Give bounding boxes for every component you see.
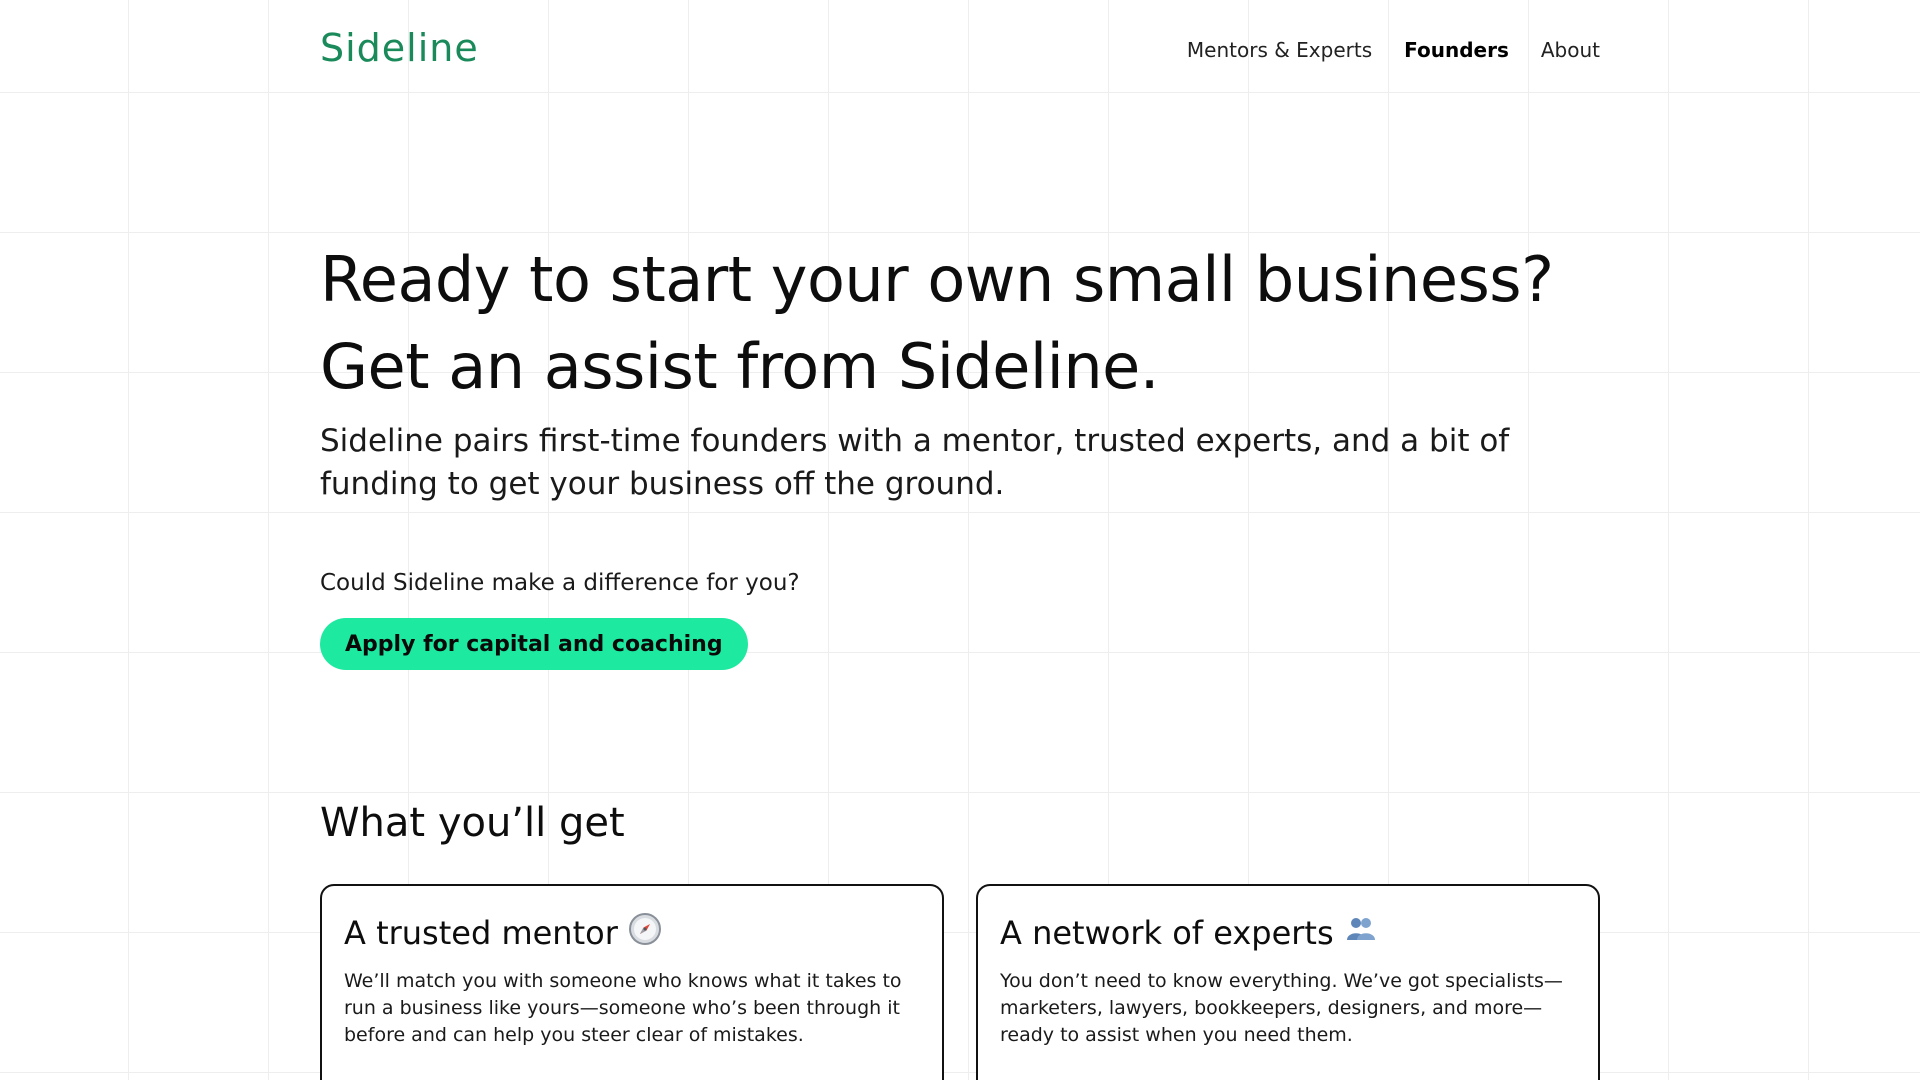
feature-card-body: You don’t need to know everything. We’ve…	[1000, 970, 1563, 1046]
page: Sideline Mentors & Experts Founders Abou…	[0, 0, 1920, 1080]
feature-card-title: A network of experts	[1000, 912, 1576, 954]
people-icon	[1344, 912, 1378, 954]
sideline-logo[interactable]: Sideline	[320, 26, 479, 70]
feature-card-experts: A network of experts You don’t need to k…	[976, 884, 1600, 1080]
compass-icon	[628, 912, 662, 954]
nav-founders[interactable]: Founders	[1404, 38, 1509, 62]
hero-section: Ready to start your own small business? …	[320, 236, 1620, 502]
feature-card-body: We’ll match you with someone who knows w…	[344, 970, 902, 1046]
features-title: What you’ll get	[320, 800, 625, 846]
main-nav: Mentors & Experts Founders About	[1187, 38, 1600, 62]
nav-about[interactable]: About	[1541, 38, 1600, 62]
feature-card-mentor: A trusted mentor We’ll match you with so…	[320, 884, 944, 1080]
hero-lead: Sideline pairs first-time founders with …	[320, 423, 1510, 502]
feature-card-title-text: A trusted mentor	[344, 914, 618, 952]
site-header: Sideline Mentors & Experts Founders Abou…	[320, 0, 1600, 100]
nav-mentors-experts[interactable]: Mentors & Experts	[1187, 38, 1372, 62]
hero-headline-line2: Get an assist from Sideline.	[320, 330, 1160, 403]
feature-card-title: A trusted mentor	[344, 912, 920, 954]
feature-card-title-text: A network of experts	[1000, 914, 1334, 952]
hero-headline: Ready to start your own small business? …	[320, 236, 1620, 410]
cta-prompt: Could Sideline make a difference for you…	[320, 570, 800, 596]
apply-button[interactable]: Apply for capital and coaching	[320, 618, 748, 670]
hero-headline-line1: Ready to start your own small business?	[320, 243, 1554, 316]
